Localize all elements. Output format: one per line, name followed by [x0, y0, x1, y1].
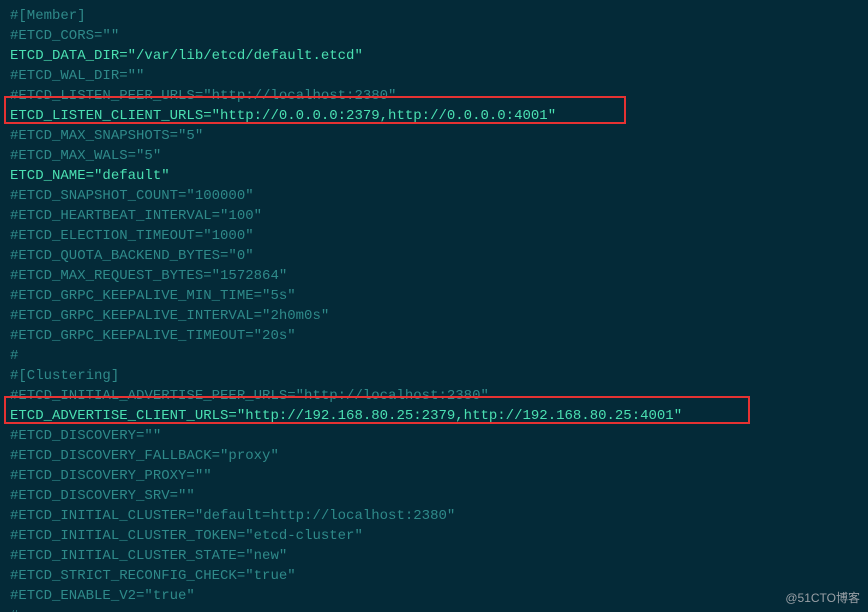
config-line: ETCD_NAME="default"	[10, 166, 858, 186]
config-line: #ETCD_ELECTION_TIMEOUT="1000"	[10, 226, 858, 246]
config-line: #	[10, 346, 858, 366]
config-line: #[Clustering]	[10, 366, 858, 386]
config-line: #ETCD_INITIAL_CLUSTER_STATE="new"	[10, 546, 858, 566]
config-line: #ETCD_GRPC_KEEPALIVE_MIN_TIME="5s"	[10, 286, 858, 306]
config-line: #ETCD_MAX_SNAPSHOTS="5"	[10, 126, 858, 146]
config-line: #	[10, 606, 858, 612]
config-line: #ETCD_ENABLE_V2="true"	[10, 586, 858, 606]
config-line: #ETCD_SNAPSHOT_COUNT="100000"	[10, 186, 858, 206]
config-line: #ETCD_MAX_WALS="5"	[10, 146, 858, 166]
config-line: #ETCD_GRPC_KEEPALIVE_TIMEOUT="20s"	[10, 326, 858, 346]
config-line: #ETCD_LISTEN_PEER_URLS="http://localhost…	[10, 86, 858, 106]
config-line: #ETCD_WAL_DIR=""	[10, 66, 858, 86]
config-line: #ETCD_DISCOVERY=""	[10, 426, 858, 446]
config-line: #ETCD_DISCOVERY_FALLBACK="proxy"	[10, 446, 858, 466]
config-line: #ETCD_INITIAL_CLUSTER_TOKEN="etcd-cluste…	[10, 526, 858, 546]
config-line: #ETCD_QUOTA_BACKEND_BYTES="0"	[10, 246, 858, 266]
config-line: #ETCD_DISCOVERY_SRV=""	[10, 486, 858, 506]
config-line: #ETCD_GRPC_KEEPALIVE_INTERVAL="2h0m0s"	[10, 306, 858, 326]
config-editor[interactable]: #[Member]#ETCD_CORS=""ETCD_DATA_DIR="/va…	[0, 0, 868, 612]
config-line: #[Member]	[10, 6, 858, 26]
config-line: ETCD_ADVERTISE_CLIENT_URLS="http://192.1…	[10, 406, 858, 426]
config-line: #ETCD_INITIAL_ADVERTISE_PEER_URLS="http:…	[10, 386, 858, 406]
config-line: ETCD_DATA_DIR="/var/lib/etcd/default.etc…	[10, 46, 858, 66]
config-line: #ETCD_HEARTBEAT_INTERVAL="100"	[10, 206, 858, 226]
config-line: #ETCD_CORS=""	[10, 26, 858, 46]
config-line: ETCD_LISTEN_CLIENT_URLS="http://0.0.0.0:…	[10, 106, 858, 126]
watermark: @51CTO博客	[785, 588, 860, 608]
config-line: #ETCD_MAX_REQUEST_BYTES="1572864"	[10, 266, 858, 286]
config-line: #ETCD_STRICT_RECONFIG_CHECK="true"	[10, 566, 858, 586]
config-line: #ETCD_INITIAL_CLUSTER="default=http://lo…	[10, 506, 858, 526]
config-line: #ETCD_DISCOVERY_PROXY=""	[10, 466, 858, 486]
